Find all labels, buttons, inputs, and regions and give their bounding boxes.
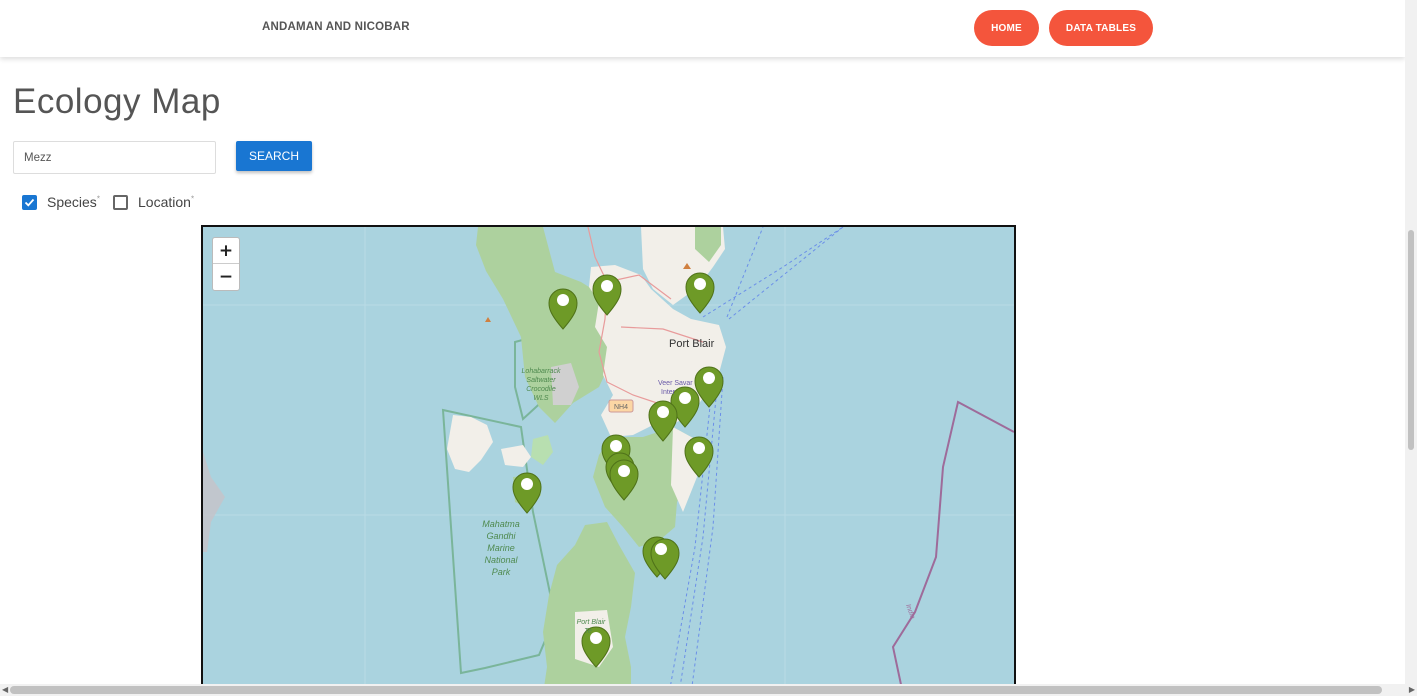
park-label-5: Park bbox=[492, 567, 511, 577]
zoom-control: + − bbox=[212, 237, 240, 291]
location-label: Location bbox=[138, 194, 191, 210]
city-label: Port Blair bbox=[669, 338, 715, 350]
park-label-2: Gandhi bbox=[486, 531, 516, 541]
park-label-1: Mahatma bbox=[482, 519, 520, 529]
park-label-4: National bbox=[484, 555, 518, 565]
wls-label-3: Crocodile bbox=[526, 386, 556, 393]
vertical-scroll-thumb[interactable] bbox=[1408, 230, 1414, 450]
airport-label-2: Inter bbox=[661, 389, 676, 396]
species-filter[interactable]: Species* bbox=[22, 193, 100, 211]
horizontal-scrollbar[interactable]: ◀ ▶ bbox=[0, 684, 1417, 696]
road-label: NH4 bbox=[614, 404, 628, 411]
port-label-1: Port Blair bbox=[577, 619, 606, 626]
search-input[interactable] bbox=[13, 141, 216, 174]
required-mark: * bbox=[96, 194, 100, 204]
species-label: Species bbox=[47, 194, 97, 210]
required-mark: * bbox=[190, 194, 195, 204]
horizontal-scroll-thumb[interactable] bbox=[10, 686, 1382, 694]
page-title: Ecology Map bbox=[13, 82, 221, 121]
brand-title[interactable]: ANDAMAN AND NICOBAR bbox=[262, 21, 410, 33]
scroll-left-icon[interactable]: ◀ bbox=[2, 685, 8, 694]
species-checkbox[interactable] bbox=[22, 194, 37, 210]
data-tables-button[interactable]: DATA TABLES bbox=[1049, 10, 1153, 46]
home-button[interactable]: HOME bbox=[974, 10, 1039, 46]
port-label-2: Te bbox=[584, 628, 592, 635]
search-button[interactable]: SEARCH bbox=[236, 141, 312, 171]
scroll-right-icon[interactable]: ▶ bbox=[1409, 685, 1415, 694]
wls-label-4: WLS bbox=[533, 395, 549, 402]
location-checkbox[interactable] bbox=[113, 194, 128, 210]
airport-label-1: Veer Savar bbox=[658, 380, 693, 387]
zoom-in-button[interactable]: + bbox=[213, 238, 239, 264]
wls-label-2: Saltwater bbox=[526, 377, 556, 384]
map-tiles[interactable]: Port Blair Lohabarrack Saltwater Crocodi… bbox=[203, 227, 1014, 694]
park-label-3: Marine bbox=[487, 543, 515, 553]
location-filter[interactable]: Location* bbox=[113, 193, 194, 211]
wls-label-1: Lohabarrack bbox=[522, 368, 561, 375]
zoom-out-button[interactable]: − bbox=[213, 264, 239, 289]
vertical-scrollbar[interactable] bbox=[1405, 0, 1417, 684]
check-icon bbox=[24, 198, 35, 207]
navbar: ANDAMAN AND NICOBAR HOME DATA TABLES bbox=[0, 0, 1405, 57]
ecology-map[interactable]: Port Blair Lohabarrack Saltwater Crocodi… bbox=[201, 225, 1016, 696]
